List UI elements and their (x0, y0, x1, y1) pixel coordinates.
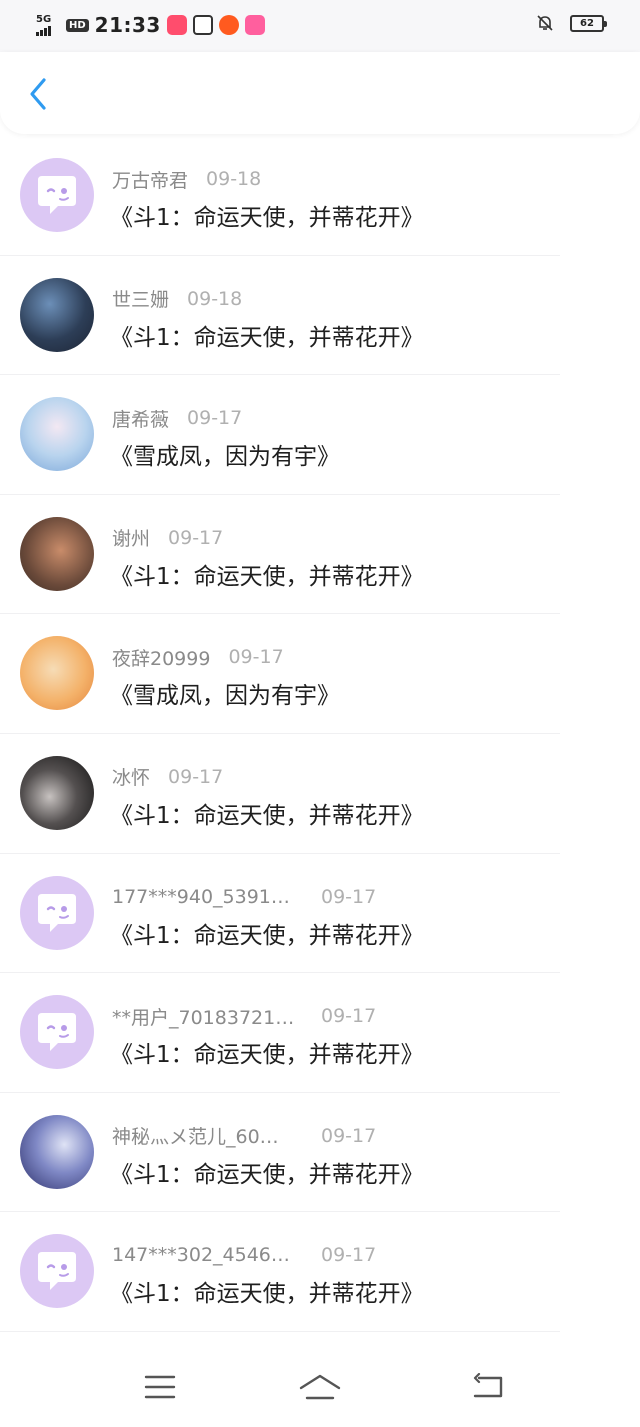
item-date: 09-17 (168, 526, 224, 549)
item-message: 《斗1：命运天使，并蒂花开》 (110, 1281, 424, 1308)
system-back-button[interactable] (466, 1365, 510, 1409)
item-date: 09-17 (321, 1124, 377, 1147)
battery-icon: 62 (570, 14, 607, 32)
list-item[interactable]: **用户_70183721… 09-17 《斗1：命运天使，并蒂花开》 (0, 973, 640, 1093)
avatar[interactable] (20, 995, 94, 1070)
avatar[interactable] (20, 636, 94, 711)
item-message: 《斗1：命运天使，并蒂花开》 (110, 563, 424, 590)
battery-level: 62 (580, 17, 594, 29)
item-meta: 神秘灬メ范儿_60… 09-17 (112, 1123, 376, 1149)
chat-bubble-icon (38, 176, 76, 214)
status-time: 21:33 (94, 13, 161, 37)
list-item[interactable]: 147***302_4546… 09-17 《斗1：命运天使，并蒂花开》 (0, 1212, 640, 1332)
item-date: 09-17 (228, 646, 284, 669)
item-meta: 世三姗 09-18 (112, 286, 242, 312)
menu-button[interactable] (138, 1365, 182, 1409)
item-meta: 夜辞20999 09-17 (112, 644, 284, 670)
item-message: 《斗1：命运天使，并蒂花开》 (110, 922, 424, 949)
item-meta: 冰怀 09-17 (112, 764, 223, 790)
avatar[interactable] (20, 397, 94, 472)
user-list: 万古帝君 09-18 《斗1：命运天使，并蒂花开》 世三姗 09-18 《斗1：… (0, 136, 640, 1332)
user-name: **用户_70183721… (112, 1006, 295, 1029)
avatar[interactable] (20, 516, 94, 591)
user-name: 147***302_4546… (112, 1244, 290, 1267)
list-item[interactable]: 谢州 09-17 《斗1：命运天使，并蒂花开》 (0, 495, 640, 615)
app-notification-icon (244, 15, 265, 35)
item-meta: 万古帝君 09-18 (112, 166, 261, 192)
item-message: 《雪成凤，因为有宇》 (110, 444, 340, 471)
home-button[interactable] (298, 1365, 342, 1409)
screen: 5G HD 21:33 62 万古帝君 09-18 《斗1：命运天使，并蒂花开》… (0, 0, 640, 1427)
avatar[interactable] (20, 1114, 94, 1189)
user-name: 冰怀 (112, 767, 151, 790)
item-date: 09-17 (168, 765, 224, 788)
signal-icon: 5G (36, 14, 60, 36)
avatar[interactable] (20, 158, 94, 232)
list-item[interactable]: 冰怀 09-17 《斗1：命运天使，并蒂花开》 (0, 734, 640, 854)
item-date: 09-17 (321, 885, 377, 908)
list-item[interactable]: 夜辞20999 09-17 《雪成凤，因为有宇》 (0, 614, 640, 734)
back-button[interactable] (18, 74, 58, 114)
list-item[interactable]: 177***940_5391… 09-17 《斗1：命运天使，并蒂花开》 (0, 854, 640, 974)
hd-badge: HD (66, 18, 89, 32)
avatar[interactable] (20, 277, 94, 352)
list-item[interactable]: 唐希薇 09-17 《雪成凤，因为有宇》 (0, 375, 640, 495)
avatar[interactable] (20, 1234, 94, 1309)
divider (0, 1330, 560, 1332)
item-message: 《雪成凤，因为有宇》 (110, 683, 340, 710)
chat-bubble-icon (38, 893, 76, 932)
chat-bubble-icon (38, 1013, 76, 1052)
status-left: 5G HD 21:33 (36, 12, 265, 38)
status-bar: 5G HD 21:33 62 (0, 0, 640, 52)
user-name: 177***940_5391… (112, 885, 290, 908)
item-date: 09-17 (321, 1244, 377, 1267)
status-right: 62 (536, 14, 607, 32)
user-name: 唐希薇 (112, 408, 170, 431)
user-name: 谢州 (112, 528, 151, 551)
chat-bubble-icon (38, 1252, 76, 1291)
app-notification-icon (166, 15, 187, 35)
user-name: 夜辞20999 (112, 647, 211, 670)
item-message: 《斗1：命运天使，并蒂花开》 (110, 802, 424, 829)
item-message: 《斗1：命运天使，并蒂花开》 (110, 324, 424, 351)
item-message: 《斗1：命运天使，并蒂花开》 (110, 1161, 424, 1188)
user-name: 神秘灬メ范儿_60… (112, 1126, 279, 1149)
item-date: 09-18 (206, 168, 262, 190)
user-name: 万古帝君 (112, 169, 189, 192)
home-icon (299, 1374, 341, 1400)
app-notification-icon (192, 15, 213, 35)
item-date: 09-18 (187, 287, 243, 310)
list-item[interactable]: 万古帝君 09-18 《斗1：命运天使，并蒂花开》 (0, 136, 640, 256)
back-icon (473, 1373, 503, 1398)
avatar[interactable] (20, 755, 94, 830)
item-meta: 谢州 09-17 (112, 525, 223, 551)
list-item[interactable]: 世三姗 09-18 《斗1：命运天使，并蒂花开》 (0, 256, 640, 376)
item-message: 《斗1：命运天使，并蒂花开》 (110, 205, 424, 231)
network-type: 5G (36, 14, 52, 25)
menu-icon (144, 1375, 176, 1399)
avatar[interactable] (20, 875, 94, 950)
system-nav-bar (0, 1347, 640, 1427)
item-date: 09-17 (321, 1005, 377, 1028)
item-meta: 147***302_4546… 09-17 (112, 1242, 376, 1268)
item-meta: 唐希薇 09-17 (112, 405, 242, 431)
bell-off-icon (537, 15, 553, 31)
user-name: 世三姗 (112, 289, 170, 312)
header (0, 52, 640, 134)
app-notification-icon (218, 15, 239, 35)
list-item[interactable]: 神秘灬メ范儿_60… 09-17 《斗1：命运天使，并蒂花开》 (0, 1093, 640, 1213)
chevron-left-icon (30, 78, 46, 110)
item-meta: 177***940_5391… 09-17 (112, 884, 376, 910)
item-message: 《斗1：命运天使，并蒂花开》 (110, 1042, 424, 1069)
item-date: 09-17 (187, 407, 243, 430)
item-meta: **用户_70183721… 09-17 (112, 1003, 376, 1029)
